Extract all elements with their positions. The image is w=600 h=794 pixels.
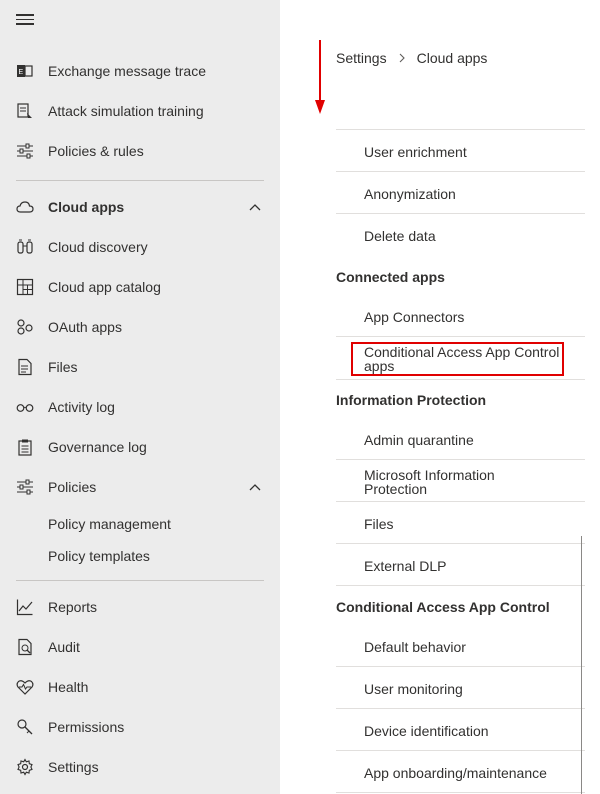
row-divider: [336, 459, 585, 460]
audit-icon: [16, 638, 34, 656]
sidebar-item-audit[interactable]: Audit: [0, 627, 280, 667]
row-divider: [336, 708, 585, 709]
settings-link-app-onboarding[interactable]: App onboarding/maintenance: [364, 766, 584, 780]
settings-link-device-identification[interactable]: Device identification: [364, 724, 584, 738]
sidebar-item-governance-log[interactable]: Governance log: [0, 427, 280, 467]
sidebar-divider: [16, 180, 264, 181]
sidebar-item-cloud-apps[interactable]: Cloud apps: [0, 187, 280, 227]
attack-sim-icon: [16, 102, 34, 120]
sidebar-item-label: Policies: [48, 479, 97, 495]
sidebar-item-label: Permissions: [48, 719, 125, 735]
settings-link-app-connectors[interactable]: App Connectors: [364, 310, 584, 324]
row-divider: [336, 585, 585, 586]
sidebar-item-permissions[interactable]: Permissions: [0, 707, 280, 747]
row-divider: [336, 666, 585, 667]
catalog-icon: [16, 278, 34, 296]
sidebar-item-settings[interactable]: Settings: [0, 747, 280, 787]
section-information-protection: Information Protection: [336, 392, 487, 408]
row-divider: [336, 501, 585, 502]
chart-icon: [16, 598, 34, 616]
gear-icon: [16, 758, 34, 776]
chevron-up-icon[interactable]: [248, 480, 262, 494]
highlight-box-annotation: [351, 342, 564, 376]
settings-link-admin-quarantine[interactable]: Admin quarantine: [364, 433, 584, 447]
settings-link-user-monitoring[interactable]: User monitoring: [364, 682, 584, 696]
row-divider: [336, 336, 585, 337]
settings-link-external-dlp[interactable]: External DLP: [364, 559, 584, 573]
sidebar-item-label: Health: [48, 679, 89, 695]
binoculars-icon: [16, 238, 34, 256]
sidebar-item-activity-log[interactable]: Activity log: [0, 387, 280, 427]
sidebar-item-policies[interactable]: Policies: [0, 467, 280, 507]
sidebar-subitem-policy-management[interactable]: Policy management: [48, 516, 171, 532]
file-icon: [16, 358, 34, 376]
sidebar-item-label: Settings: [48, 759, 99, 775]
sidebar-item-label: Cloud discovery: [48, 239, 148, 255]
oauth-icon: [16, 318, 34, 336]
sliders-icon: [16, 142, 34, 160]
sidebar-item-label: Exchange message trace: [48, 63, 206, 79]
sidebar-item-label: OAuth apps: [48, 319, 122, 335]
exchange-icon: E: [16, 62, 34, 80]
row-divider: [336, 543, 585, 544]
sidebar-item-cloud-discovery[interactable]: Cloud discovery: [0, 227, 280, 267]
row-divider: [336, 171, 585, 172]
settings-link-default-behavior[interactable]: Default behavior: [364, 640, 584, 654]
key-icon: [16, 718, 34, 736]
sidebar-item-attack-simulation[interactable]: Attack simulation training: [0, 91, 280, 131]
row-divider: [336, 129, 585, 130]
sidebar-item-exchange-message-trace[interactable]: E Exchange message trace: [0, 51, 280, 91]
settings-link-mip[interactable]: Microsoft Information Protection: [364, 468, 524, 496]
sidebar-item-label: Audit: [48, 639, 80, 655]
chevron-right-icon: [397, 53, 407, 63]
breadcrumb: Settings Cloud apps: [336, 50, 487, 66]
sidebar-item-label: Attack simulation training: [48, 103, 204, 119]
settings-link-delete-data[interactable]: Delete data: [364, 229, 584, 243]
sidebar-item-reports[interactable]: Reports: [0, 587, 280, 627]
sidebar-item-label: Files: [48, 359, 78, 375]
clipboard-icon: [16, 438, 34, 456]
cloud-icon: [16, 198, 34, 216]
heart-icon: [16, 678, 34, 696]
breadcrumb-settings-link[interactable]: Settings: [336, 50, 387, 66]
settings-link-files[interactable]: Files: [364, 517, 584, 531]
sidebar-item-label: Cloud app catalog: [48, 279, 161, 295]
row-divider: [336, 750, 585, 751]
sidebar-item-label: Reports: [48, 599, 98, 615]
sidebar-item-files[interactable]: Files: [0, 347, 280, 387]
sidebar-item-cloud-app-catalog[interactable]: Cloud app catalog: [0, 267, 280, 307]
hamburger-menu-icon[interactable]: [16, 11, 34, 27]
sidebar-item-label: Policies & rules: [48, 143, 144, 159]
row-divider: [336, 792, 585, 793]
scrollbar[interactable]: [581, 536, 582, 794]
sidebar-item-label: Cloud apps: [48, 199, 125, 215]
section-ca-app-control: Conditional Access App Control: [336, 599, 550, 615]
sidebar-item-oauth-apps[interactable]: OAuth apps: [0, 307, 280, 347]
breadcrumb-current: Cloud apps: [416, 50, 488, 66]
svg-text:E: E: [19, 69, 24, 76]
settings-link-anonymization[interactable]: Anonymization: [364, 187, 584, 201]
sidebar-item-health[interactable]: Health: [0, 667, 280, 707]
sidebar-item-label: Activity log: [48, 399, 115, 415]
glasses-icon: [16, 398, 34, 416]
settings-link-user-enrichment[interactable]: User enrichment: [364, 145, 584, 159]
sidebar-nav: E Exchange message trace Attack simulati…: [0, 0, 280, 794]
row-divider: [336, 213, 585, 214]
chevron-up-icon[interactable]: [248, 200, 262, 214]
sidebar-item-label: Governance log: [48, 439, 147, 455]
sidebar-item-policies-rules[interactable]: Policies & rules: [0, 131, 280, 171]
sidebar-subitem-policy-templates[interactable]: Policy templates: [48, 548, 150, 564]
row-divider: [336, 379, 585, 380]
sliders-icon: [16, 478, 34, 496]
sidebar-divider: [16, 580, 264, 581]
section-connected-apps: Connected apps: [336, 269, 445, 285]
red-arrow-annotation: [314, 40, 326, 114]
